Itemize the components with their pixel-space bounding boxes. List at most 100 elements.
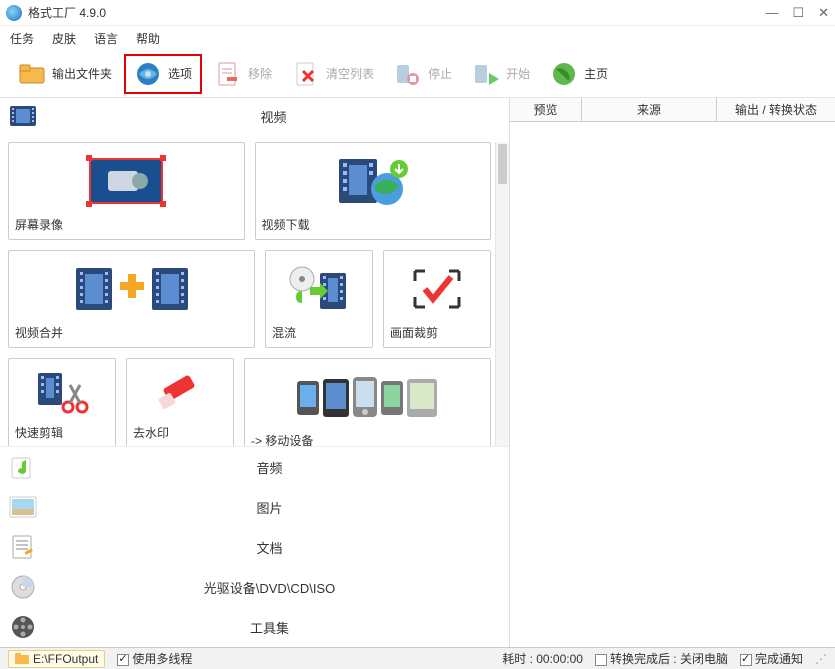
- menu-skin[interactable]: 皮肤: [52, 30, 76, 47]
- category-title-video: 视频: [46, 107, 501, 126]
- task-list-empty: [510, 122, 835, 647]
- globe-icon: [550, 60, 578, 88]
- stop-button[interactable]: 停止: [386, 54, 460, 94]
- card-crop[interactable]: 画面裁剪: [383, 250, 491, 348]
- toolbar: 输出文件夹 选项 移除 清空列表 停止 开始 主页: [0, 50, 835, 98]
- menu-task[interactable]: 任务: [10, 30, 34, 47]
- checkbox-icon: [117, 654, 129, 666]
- clear-list-label: 清空列表: [326, 65, 374, 82]
- stop-icon: [394, 60, 422, 88]
- crop-check-icon: [390, 257, 484, 320]
- video-panel: 屏幕录像 视频下载 视频合并: [0, 134, 509, 446]
- card-label: -> 移动设备: [251, 432, 484, 446]
- folder-icon: [18, 60, 46, 88]
- home-label: 主页: [584, 65, 608, 82]
- maximize-button[interactable]: ☐: [792, 5, 804, 21]
- film-icon: [8, 104, 38, 128]
- menu-help[interactable]: 帮助: [136, 30, 160, 47]
- devices-icon: [251, 365, 484, 428]
- close-button[interactable]: ✕: [818, 5, 829, 21]
- category-label: 工具集: [38, 618, 501, 637]
- output-folder-button[interactable]: 输出文件夹: [10, 54, 120, 94]
- music-film-icon: [272, 257, 366, 320]
- start-button[interactable]: 开始: [464, 54, 538, 94]
- minimize-button[interactable]: —: [765, 5, 778, 21]
- gear-globe-icon: [134, 60, 162, 88]
- document-icon: [8, 532, 38, 562]
- window-controls: — ☐ ✕: [765, 5, 829, 21]
- film-globe-download-icon: [262, 149, 485, 212]
- eraser-icon: [133, 365, 227, 420]
- header-output[interactable]: 输出 / 转换状态: [717, 98, 835, 121]
- card-watermark[interactable]: 去水印: [126, 358, 234, 446]
- statusbar: E:\FFOutput 使用多线程 耗时 : 00:00:00 转换完成后 : …: [0, 647, 835, 669]
- left-panel: 视频 屏幕录像 视频下载: [0, 98, 510, 647]
- clear-list-button[interactable]: 清空列表: [284, 54, 382, 94]
- notify-label: 完成通知: [755, 652, 803, 666]
- card-label: 屏幕录像: [15, 216, 238, 233]
- video-scroll-area: 屏幕录像 视频下载 视频合并: [8, 142, 491, 446]
- card-label: 快速剪辑: [15, 424, 109, 441]
- remove-button[interactable]: 移除: [206, 54, 280, 94]
- category-document[interactable]: 文档: [0, 527, 509, 567]
- shutdown-checkbox[interactable]: 转换完成后 : 关闭电脑: [595, 650, 728, 667]
- bottom-categories: 音频 图片 文档 光驱设备\DVD\CD\ISO 工具集: [0, 446, 509, 647]
- card-label: 去水印: [133, 424, 227, 441]
- multithread-checkbox[interactable]: 使用多线程: [117, 650, 192, 667]
- category-tools[interactable]: 工具集: [0, 607, 509, 647]
- image-icon: [8, 492, 38, 522]
- card-mobile[interactable]: -> 移动设备: [244, 358, 491, 446]
- start-label: 开始: [506, 65, 530, 82]
- category-image[interactable]: 图片: [0, 487, 509, 527]
- home-button[interactable]: 主页: [542, 54, 616, 94]
- vertical-scrollbar[interactable]: [495, 142, 509, 446]
- output-path-chip[interactable]: E:\FFOutput: [8, 650, 105, 668]
- content-area: 视频 屏幕录像 视频下载: [0, 98, 835, 647]
- category-disc[interactable]: 光驱设备\DVD\CD\ISO: [0, 567, 509, 607]
- header-preview[interactable]: 预览: [510, 98, 582, 121]
- options-label: 选项: [168, 65, 192, 82]
- right-panel: 预览 来源 输出 / 转换状态: [510, 98, 835, 647]
- task-list-headers: 预览 来源 输出 / 转换状态: [510, 98, 835, 122]
- window-title: 格式工厂 4.9.0: [28, 4, 765, 21]
- notify-checkbox[interactable]: 完成通知: [740, 650, 803, 667]
- category-label: 图片: [38, 498, 501, 517]
- menubar: 任务 皮肤 语言 帮助: [0, 26, 835, 50]
- card-video-merge[interactable]: 视频合并: [8, 250, 255, 348]
- category-label: 文档: [38, 538, 501, 557]
- app-icon: [6, 5, 22, 21]
- category-header-video[interactable]: 视频: [0, 98, 509, 134]
- card-mix[interactable]: 混流: [265, 250, 373, 348]
- stop-label: 停止: [428, 65, 452, 82]
- film-reel-icon: [8, 612, 38, 642]
- header-source[interactable]: 来源: [582, 98, 717, 121]
- document-x-icon: [292, 60, 320, 88]
- card-screen-record[interactable]: 屏幕录像: [8, 142, 245, 240]
- resize-grip[interactable]: ⋰: [815, 652, 827, 666]
- checkbox-icon: [740, 654, 752, 666]
- folder-small-icon: [15, 653, 29, 665]
- card-label: 画面裁剪: [390, 324, 484, 341]
- play-icon: [472, 60, 500, 88]
- scrollbar-thumb[interactable]: [498, 144, 507, 184]
- card-label: 视频合并: [15, 324, 248, 341]
- menu-language[interactable]: 语言: [94, 30, 118, 47]
- shutdown-label: 转换完成后 : 关闭电脑: [610, 652, 728, 666]
- output-path-text: E:\FFOutput: [33, 652, 98, 666]
- category-label: 音频: [38, 458, 501, 477]
- checkbox-icon: [595, 654, 607, 666]
- options-button[interactable]: 选项: [124, 54, 202, 94]
- multithread-label: 使用多线程: [132, 652, 192, 666]
- output-folder-label: 输出文件夹: [52, 65, 112, 82]
- film-scissors-icon: [15, 365, 109, 420]
- camera-icon: [15, 149, 238, 212]
- category-audio[interactable]: 音频: [0, 447, 509, 487]
- card-label: 混流: [272, 324, 366, 341]
- card-quick-cut[interactable]: 快速剪辑: [8, 358, 116, 446]
- film-plus-film-icon: [15, 257, 248, 320]
- document-minus-icon: [214, 60, 242, 88]
- audio-icon: [8, 452, 38, 482]
- category-label: 光驱设备\DVD\CD\ISO: [38, 578, 501, 597]
- elapsed-time: 耗时 : 00:00:00: [502, 650, 583, 667]
- card-video-download[interactable]: 视频下载: [255, 142, 492, 240]
